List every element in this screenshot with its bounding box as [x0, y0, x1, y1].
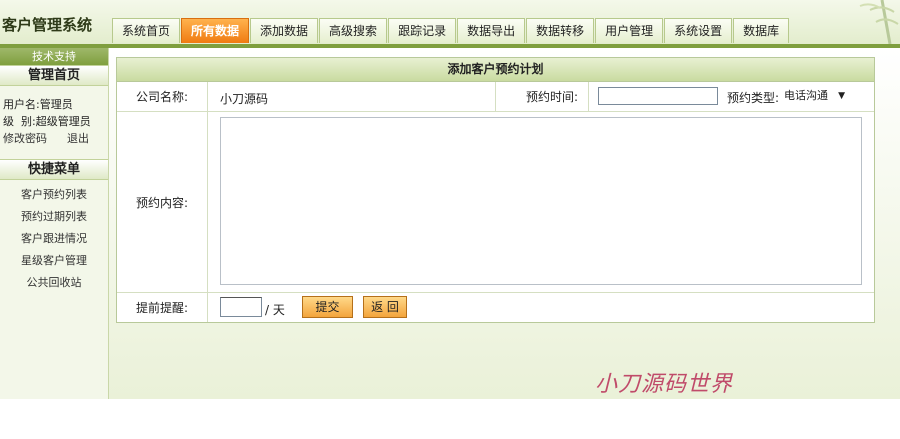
logout-link[interactable]: 退出 — [67, 132, 89, 145]
header-bar: 客户管理系统 系统首页 所有数据 添加数据 高级搜索 跟踪记录 数据导出 数据转… — [0, 0, 900, 44]
chevron-down-icon: ▼ — [838, 91, 845, 101]
shortcut-recycle-bin[interactable]: 公共回收站 — [0, 272, 108, 294]
time-label: 预约时间: — [525, 90, 578, 104]
tech-support-link[interactable]: 技术支持 — [0, 48, 108, 65]
shortcut-star-customers[interactable]: 星级客户管理 — [0, 250, 108, 272]
tab-system-settings[interactable]: 系统设置 — [664, 18, 733, 43]
remind-days-input[interactable] — [220, 297, 262, 317]
content-label-cell: 预约内容: — [117, 112, 208, 292]
tab-tracking-records[interactable]: 跟踪记录 — [388, 18, 457, 43]
submit-button[interactable]: 提交 — [302, 296, 353, 318]
user-label: 用户名: — [3, 98, 40, 111]
user-info: 用户名:管理员 级 别:超级管理员 修改密码 退出 — [0, 86, 108, 153]
time-label-cell: 预约时间: — [495, 82, 589, 111]
level-label: 级 别: — [3, 115, 36, 128]
panel-title: 添加客户预约计划 — [117, 58, 874, 82]
tab-all-data[interactable]: 所有数据 — [181, 18, 250, 43]
main-content: 添加客户预约计划 公司名称: 小刀源码 预约时间: 预约类型: 电话沟通 ▼ 预… — [109, 48, 900, 399]
content-label: 预约内容: — [135, 195, 188, 210]
app-title: 客户管理系统 — [2, 16, 93, 34]
tab-add-data[interactable]: 添加数据 — [250, 18, 319, 43]
back-button[interactable]: 返 回 — [363, 296, 407, 318]
tab-home[interactable]: 系统首页 — [112, 18, 181, 43]
watermark-text: 小刀源码世界 — [595, 372, 734, 397]
sidebar-home-title: 管理首页 — [0, 65, 108, 86]
tab-data-export[interactable]: 数据导出 — [457, 18, 526, 43]
change-password-link[interactable]: 修改密码 — [3, 132, 47, 145]
company-label: 公司名称: — [135, 90, 188, 104]
remind-unit: / 天 — [265, 303, 285, 317]
remind-label: 提前提醒: — [135, 301, 188, 315]
appointment-form-panel: 添加客户预约计划 公司名称: 小刀源码 预约时间: 预约类型: 电话沟通 ▼ 预… — [116, 57, 875, 323]
appointment-content-textarea[interactable] — [220, 117, 862, 285]
appointment-time-input[interactable] — [598, 87, 718, 105]
shortcut-expired-list[interactable]: 预约过期列表 — [0, 206, 108, 228]
shortcut-appointment-list[interactable]: 客户预约列表 — [0, 184, 108, 206]
company-row: 公司名称: 小刀源码 预约时间: 预约类型: 电话沟通 ▼ — [117, 82, 874, 112]
remind-label-cell: 提前提醒: — [117, 293, 208, 322]
company-label-cell: 公司名称: — [117, 82, 208, 111]
company-value: 小刀源码 — [220, 92, 269, 106]
tab-database[interactable]: 数据库 — [733, 18, 790, 43]
shortcut-follow-up[interactable]: 客户跟进情况 — [0, 228, 108, 250]
bamboo-decoration-icon — [830, 0, 900, 44]
shortcut-menu-title: 快捷菜单 — [0, 159, 108, 180]
tab-user-management[interactable]: 用户管理 — [595, 18, 664, 43]
sidebar: 技术支持 管理首页 用户名:管理员 级 别:超级管理员 修改密码 退出 快捷菜单 … — [0, 48, 109, 399]
main-nav: 系统首页 所有数据 添加数据 高级搜索 跟踪记录 数据导出 数据转移 用户管理 … — [112, 18, 790, 44]
remind-row: 提前提醒: / 天 提交 返 回 — [117, 293, 874, 322]
level-value: 超级管理员 — [35, 115, 91, 128]
tab-data-transfer[interactable]: 数据转移 — [526, 18, 595, 43]
type-selected-value: 电话沟通 — [784, 89, 828, 102]
content-row: 预约内容: — [117, 112, 874, 293]
type-label: 预约类型: — [727, 91, 780, 105]
user-name: 管理员 — [39, 98, 73, 111]
shortcut-list: 客户预约列表 预约过期列表 客户跟进情况 星级客户管理 公共回收站 — [0, 180, 108, 294]
appointment-type-select[interactable]: 电话沟通 ▼ — [782, 87, 848, 105]
tab-advanced-search[interactable]: 高级搜索 — [319, 18, 388, 43]
